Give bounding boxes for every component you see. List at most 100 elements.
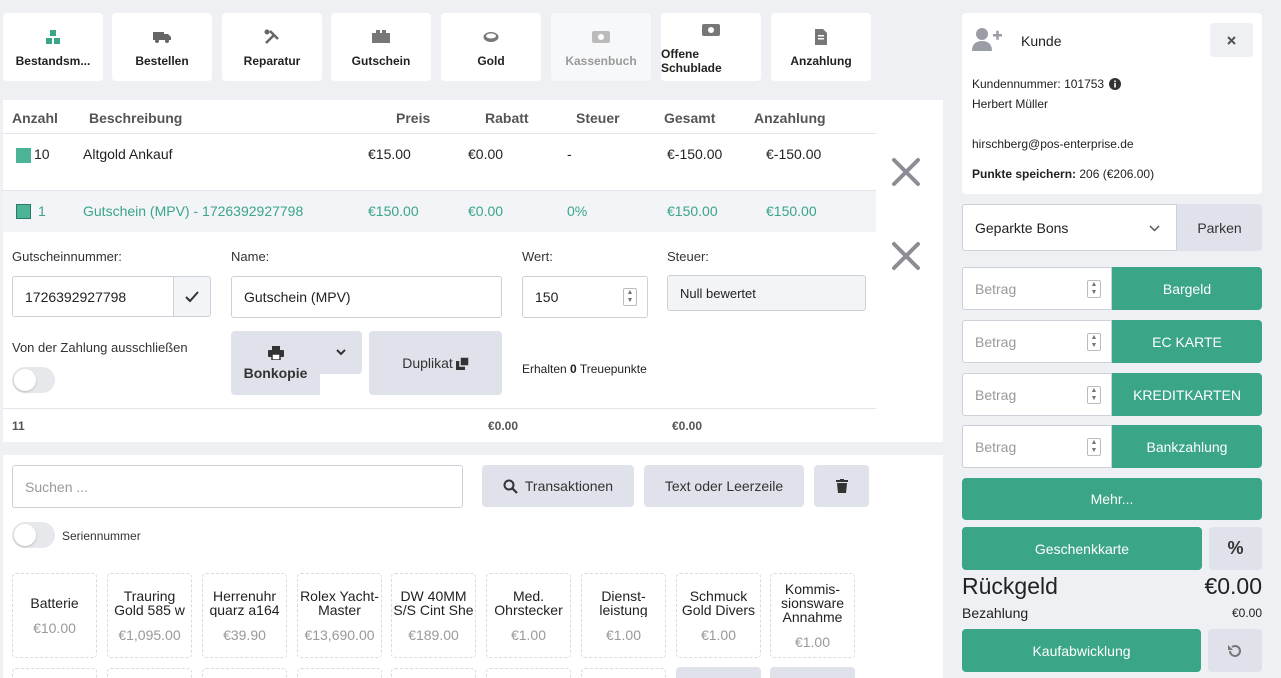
product-tile[interactable] (202, 668, 287, 678)
row-qty: 1 (38, 203, 46, 219)
toolbar-voucher-button[interactable]: Gutschein (331, 13, 431, 81)
product-tile[interactable] (581, 668, 666, 678)
row-qty: 10 (34, 146, 50, 162)
gift-card-button[interactable]: Geschenkkarte (962, 527, 1202, 570)
amount-input[interactable]: Betrag ▲ ▼ (962, 425, 1112, 468)
product-name: Dienst-leistung (599, 588, 648, 617)
receipt-copy-button[interactable]: Bonkopie (231, 331, 320, 395)
amount-placeholder: Betrag (975, 333, 1017, 350)
drawer-icon (702, 19, 720, 41)
toolbar-label: Bestellen (135, 54, 189, 68)
tax-field: Null bewertet (667, 275, 866, 311)
text-line-button[interactable]: Text oder Leerzeile (644, 465, 804, 507)
change-label: Rückgeld (962, 573, 1058, 599)
value-text: 150 (535, 289, 559, 305)
stepper-icon[interactable]: ▲ ▼ (1087, 279, 1101, 298)
header-tax: Steuer (576, 110, 620, 126)
serial-number-toggle[interactable] (12, 522, 55, 548)
product-tile[interactable]: Herrenuhr quarz a164 €39.90 (202, 573, 287, 658)
park-button[interactable]: Parken (1177, 204, 1262, 251)
info-icon[interactable] (1109, 78, 1122, 90)
product-tile[interactable]: DW 40MM S/S Cint She €189.00 (391, 573, 476, 658)
toolbar-label: Gutschein (351, 54, 411, 68)
toolbar-open-drawer-button[interactable]: Offene Schublade (661, 13, 761, 81)
parked-receipts-select[interactable]: Geparkte Bons (962, 204, 1177, 251)
product-tile[interactable] (486, 668, 571, 678)
product-tile[interactable] (391, 668, 476, 678)
customer-name: Herbert Müller (972, 97, 1049, 111)
product-tile[interactable]: Trauring Gold 585 w €1,095.00 (107, 573, 192, 658)
product-name: DW 40MM S/S Cint She (393, 588, 474, 617)
more-button[interactable]: Mehr... (962, 478, 1262, 520)
product-tile[interactable]: Schmuck Gold Divers €1.00 (676, 573, 761, 658)
product-tile[interactable]: Rolex Yacht-Master €13,690.00 (297, 573, 382, 658)
credit-card-button[interactable]: KREDITKARTEN (1112, 373, 1262, 416)
product-name: Kommis-sionsware Annahme (780, 581, 845, 624)
reset-button[interactable] (1208, 629, 1262, 672)
product-tile[interactable] (297, 668, 382, 678)
product-price: €1.00 (700, 626, 737, 643)
toolbar-repair-button[interactable]: Reparatur (222, 13, 322, 81)
toolbar-order-button[interactable]: Bestellen (112, 13, 212, 81)
page-button[interactable] (676, 667, 761, 678)
duplicate-button[interactable]: Duplikat (369, 331, 502, 395)
row-deposit: €150.00 (766, 203, 817, 219)
close-icon (1227, 35, 1236, 45)
row-description[interactable]: Altgold Ankauf (83, 146, 173, 162)
amount-input[interactable]: Betrag ▲ ▼ (962, 267, 1112, 310)
name-input[interactable]: Gutschein (MPV) (231, 276, 502, 318)
voucher-number-input[interactable]: 1726392927798 (12, 276, 174, 317)
checkout-button[interactable]: Kaufabwicklung (962, 629, 1201, 672)
transactions-button[interactable]: Transaktionen (482, 465, 634, 507)
product-price: €1.00 (510, 626, 547, 643)
truck-icon (153, 26, 171, 48)
toolbar-deposit-button[interactable]: Anzahlung (771, 13, 871, 81)
page-button[interactable] (770, 667, 855, 678)
row-discount: €0.00 (468, 146, 504, 162)
bank-transfer-button[interactable]: Bankzahlung (1112, 425, 1262, 468)
remove-row-icon[interactable] (891, 157, 921, 187)
product-tile[interactable]: Batterie €10.00 (12, 573, 97, 658)
row-total: €150.00 (667, 203, 718, 219)
stepper-icon[interactable]: ▲ ▼ (1087, 332, 1101, 351)
product-tile[interactable]: Med. Ohrstecker €1.00 (486, 573, 571, 658)
value-input[interactable]: 150 ▲ ▼ (522, 276, 648, 318)
trash-icon (835, 479, 848, 493)
cash-button[interactable]: Bargeld (1112, 267, 1262, 310)
tax-label: Steuer: (667, 249, 709, 264)
tools-icon (264, 26, 280, 48)
remove-customer-button[interactable] (1210, 23, 1253, 57)
product-name: Med. Ohrstecker (494, 588, 563, 617)
exclude-payment-toggle[interactable] (12, 367, 55, 393)
remove-row-icon[interactable] (891, 241, 921, 271)
product-tile[interactable] (107, 668, 192, 678)
amount-input[interactable]: Betrag ▲ ▼ (962, 373, 1112, 416)
product-tile[interactable]: Kommis-sionsware Annahme €1.00 (770, 573, 855, 658)
amount-placeholder: Betrag (975, 438, 1017, 455)
search-input[interactable]: Suchen ... (12, 465, 463, 508)
stepper-icon[interactable]: ▲ ▼ (1087, 437, 1101, 456)
receipt-copy-dropdown[interactable] (320, 331, 362, 374)
footer-discount: €0.00 (488, 419, 519, 433)
ec-card-button[interactable]: EC KARTE (1112, 320, 1262, 363)
row-discount: €0.00 (468, 203, 504, 219)
stepper-icon[interactable]: ▲ ▼ (1087, 385, 1101, 404)
amount-input[interactable]: Betrag ▲ ▼ (962, 320, 1112, 363)
toolbar-label: Kassenbuch (565, 54, 637, 68)
product-tile[interactable]: Dienst-leistung €1.00 (581, 573, 666, 658)
toolbar-gold-button[interactable]: Gold (441, 13, 541, 81)
stepper-icon[interactable]: ▲ ▼ (623, 288, 637, 306)
customer-number-label: Kundennummer: (972, 77, 1061, 91)
toolbar-cashbook-button[interactable]: Kassenbuch (551, 13, 651, 81)
product-tile[interactable] (12, 668, 97, 678)
delete-button[interactable] (814, 465, 869, 507)
confirm-voucher-button[interactable] (173, 276, 211, 317)
add-user-icon[interactable] (972, 27, 1002, 51)
toolbar-label: Reparatur (243, 54, 301, 68)
change-value: €0.00 (1204, 573, 1262, 599)
discount-percent-button[interactable]: % (1209, 527, 1262, 570)
chevron-down-icon (1149, 225, 1160, 232)
row-description[interactable]: Gutschein (MPV) - 1726392927798 (83, 203, 303, 219)
toolbar-inventory-button[interactable]: Bestandsm... (3, 13, 103, 81)
row-tax: - (567, 146, 572, 162)
